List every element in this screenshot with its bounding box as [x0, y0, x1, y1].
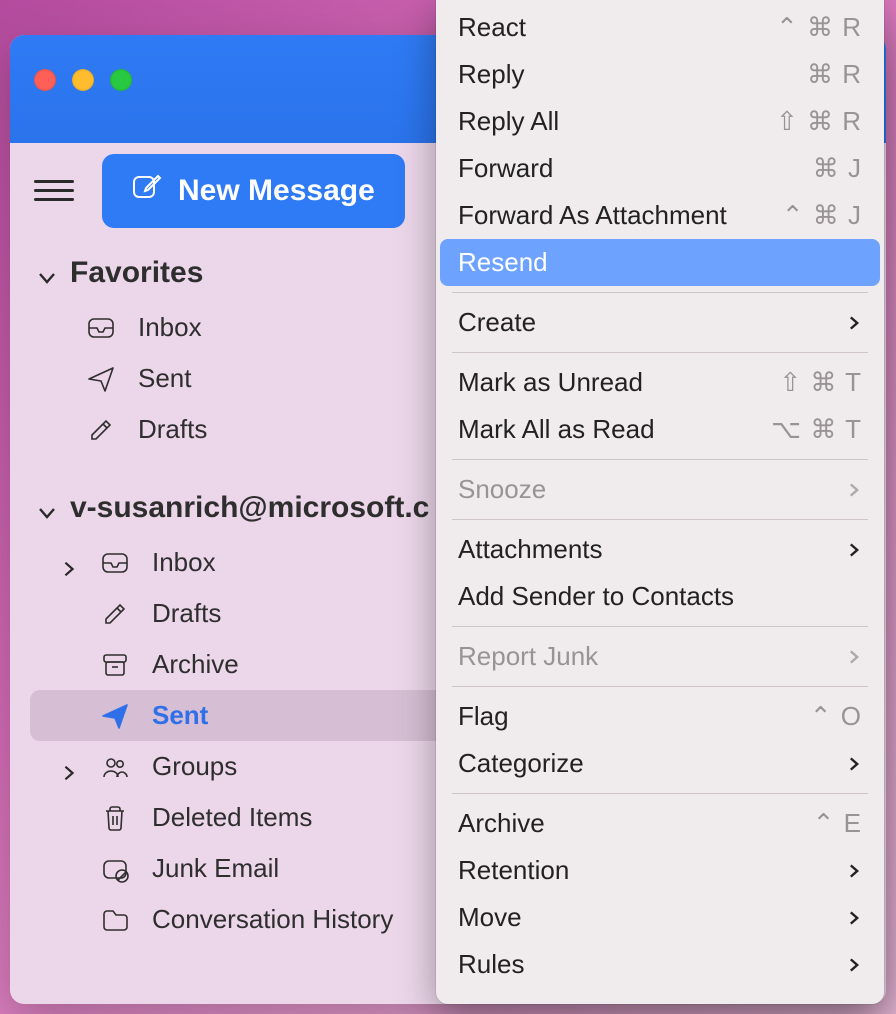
account-title: v-susanrich@microsoft.c [70, 491, 429, 525]
chevron-right-icon[interactable] [60, 554, 78, 572]
close-window-button[interactable] [34, 69, 56, 91]
sidebar-item-label: Archive [152, 649, 239, 680]
sent-icon [100, 701, 130, 731]
sent-icon [86, 364, 116, 394]
menu-item-label: Mark All as Read [458, 414, 655, 445]
menu-item-resend[interactable]: Resend [440, 239, 880, 286]
sidebar-item-label: Drafts [138, 414, 207, 445]
minimize-window-button[interactable] [72, 69, 94, 91]
menu-item-reply[interactable]: Reply ⌘ R [440, 51, 880, 98]
chevron-right-icon[interactable] [60, 758, 78, 776]
menu-item-categorize[interactable]: Categorize [440, 740, 880, 787]
menu-item-flag[interactable]: Flag ⌃ O [440, 693, 880, 740]
sidebar-item-label: Conversation History [152, 904, 393, 935]
menu-item-shortcut: ⇧ ⌘ T [779, 367, 862, 398]
menu-item-label: Report Junk [458, 641, 598, 672]
menu-item-shortcut: ⇧ ⌘ R [776, 106, 862, 137]
inbox-icon [86, 313, 116, 343]
menu-item-shortcut: ⌃ E [813, 808, 862, 839]
sidebar-item-label: Inbox [152, 547, 216, 578]
menu-separator [452, 292, 868, 293]
menu-item-label: Resend [458, 247, 548, 278]
menu-item-forward-as-attachment[interactable]: Forward As Attachment ⌃ ⌘ J [440, 192, 880, 239]
groups-icon [100, 752, 130, 782]
menu-item-label: Move [458, 902, 522, 933]
menu-item-archive[interactable]: Archive ⌃ E [440, 800, 880, 847]
menu-separator [452, 459, 868, 460]
menu-separator [452, 686, 868, 687]
chevron-right-icon [846, 474, 862, 505]
menu-item-mark-all-as-read[interactable]: Mark All as Read ⌥ ⌘ T [440, 406, 880, 453]
menu-item-move[interactable]: Move [440, 894, 880, 941]
chevron-down-icon [36, 497, 58, 519]
menu-separator [452, 519, 868, 520]
menu-item-label: Mark as Unread [458, 367, 643, 398]
menu-separator [452, 793, 868, 794]
menu-item-snooze: Snooze [440, 466, 880, 513]
menu-item-shortcut: ⌃ ⌘ J [782, 200, 862, 231]
sidebar-item-label: Junk Email [152, 853, 279, 884]
chevron-right-icon [846, 855, 862, 886]
drafts-icon [100, 599, 130, 629]
sidebar-item-label: Drafts [152, 598, 221, 629]
sidebar-item-label: Inbox [138, 312, 202, 343]
menu-item-label: Forward As Attachment [458, 200, 727, 231]
menu-item-label: Rules [458, 949, 524, 980]
context-menu: React ⌃ ⌘ R Reply ⌘ R Reply All ⇧ ⌘ R Forward ⌘… [436, 0, 884, 1004]
menu-item-shortcut: ⌥ ⌘ T [771, 414, 862, 445]
chevron-down-icon [36, 262, 58, 284]
menu-item-label: Reply All [458, 106, 559, 137]
sidebar-item-label: Groups [152, 751, 237, 782]
menu-item-attachments[interactable]: Attachments [440, 526, 880, 573]
menu-item-shortcut: ⌃ O [810, 701, 862, 732]
new-message-label: New Message [178, 174, 375, 208]
menu-item-reply-all[interactable]: Reply All ⇧ ⌘ R [440, 98, 880, 145]
drafts-icon [86, 415, 116, 445]
menu-item-label: Attachments [458, 534, 603, 565]
archive-icon [100, 650, 130, 680]
inbox-icon [100, 548, 130, 578]
menu-separator [452, 352, 868, 353]
menu-item-retention[interactable]: Retention [440, 847, 880, 894]
menu-item-label: Create [458, 307, 536, 338]
menu-item-label: Forward [458, 153, 553, 184]
menu-separator [452, 626, 868, 627]
menu-item-shortcut: ⌘ R [807, 59, 862, 90]
menu-item-label: React [458, 12, 526, 43]
menu-item-label: Categorize [458, 748, 584, 779]
chevron-right-icon [846, 307, 862, 338]
chevron-right-icon [846, 949, 862, 980]
menu-item-forward[interactable]: Forward ⌘ J [440, 145, 880, 192]
menu-item-shortcut: ⌘ J [813, 153, 862, 184]
menu-item-shortcut: ⌃ ⌘ R [776, 12, 862, 43]
menu-item-label: Flag [458, 701, 509, 732]
chevron-right-icon [846, 534, 862, 565]
menu-item-rules[interactable]: Rules [440, 941, 880, 988]
menu-item-label: Snooze [458, 474, 546, 505]
folder-icon [100, 905, 130, 935]
menu-item-label: Archive [458, 808, 545, 839]
new-message-button[interactable]: New Message [102, 154, 405, 228]
sidebar-item-label: Deleted Items [152, 802, 312, 833]
sidebar-item-label: Sent [152, 700, 208, 731]
chevron-right-icon [846, 902, 862, 933]
compose-icon [132, 172, 162, 210]
junk-icon [100, 854, 130, 884]
menu-item-label: Add Sender to Contacts [458, 581, 734, 612]
zoom-window-button[interactable] [110, 69, 132, 91]
chevron-right-icon [846, 748, 862, 779]
menu-item-add-sender-to-contacts[interactable]: Add Sender to Contacts [440, 573, 880, 620]
menu-item-create[interactable]: Create [440, 299, 880, 346]
menu-item-label: Reply [458, 59, 524, 90]
trash-icon [100, 803, 130, 833]
sidebar-toggle-button[interactable] [34, 180, 74, 201]
chevron-right-icon [846, 641, 862, 672]
menu-item-report-junk: Report Junk [440, 633, 880, 680]
menu-item-react[interactable]: React ⌃ ⌘ R [440, 4, 880, 51]
sidebar-item-label: Sent [138, 363, 192, 394]
favorites-title: Favorites [70, 256, 203, 290]
menu-item-mark-as-unread[interactable]: Mark as Unread ⇧ ⌘ T [440, 359, 880, 406]
window-controls [34, 69, 132, 91]
menu-item-label: Retention [458, 855, 569, 886]
